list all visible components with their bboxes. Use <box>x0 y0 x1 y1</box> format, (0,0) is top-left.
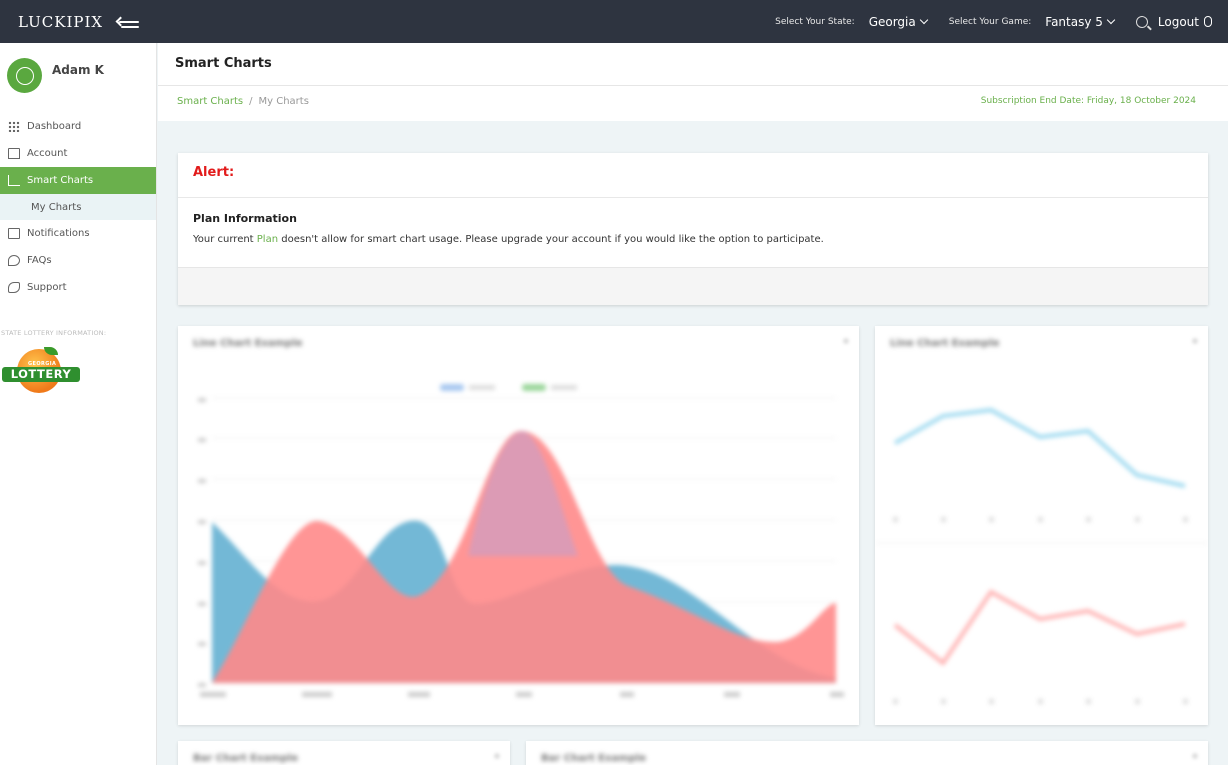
page-header: Smart Charts <box>158 43 1228 86</box>
bar-chart-example-card: Bar Chart Example <box>178 741 510 765</box>
card-menu-icon[interactable] <box>1192 753 1198 759</box>
sidebar-item-label: Dashboard <box>27 121 82 132</box>
sidebar-item-notifications[interactable]: Notifications <box>0 220 156 247</box>
search-icon[interactable] <box>1135 15 1148 28</box>
sidebar-item-dashboard[interactable]: Dashboard <box>0 113 156 140</box>
card-menu-icon[interactable] <box>494 753 500 759</box>
sidebar-item-label: Notifications <box>27 228 90 239</box>
plan-text-after: doesn't allow for smart chart usage. Ple… <box>278 234 824 245</box>
alert-body: Plan Information Your current Plan doesn… <box>178 198 1208 267</box>
sidebar-item-support[interactable]: Support <box>0 274 156 301</box>
phone-icon <box>8 282 20 293</box>
mail-icon <box>8 228 20 239</box>
game-select-value: Fantasy 5 <box>1045 14 1103 29</box>
subscription-end-date: Subscription End Date: Friday, 18 Octobe… <box>980 96 1196 106</box>
lottery-logo-state: GEORGIA <box>28 361 57 367</box>
plan-text-before: Your current <box>193 234 257 245</box>
line-series-blue <box>894 407 1186 488</box>
top-right-controls: Select Your State: Georgia Select Your G… <box>775 15 1212 29</box>
breadcrumb-smart-charts[interactable]: Smart Charts <box>177 96 243 107</box>
state-select[interactable]: Georgia <box>868 14 928 29</box>
paper-plane-icon <box>8 255 20 266</box>
sidebar-item-label: FAQs <box>27 255 52 266</box>
alert-title: Alert: <box>193 165 235 180</box>
chevron-down-icon <box>1106 15 1116 24</box>
logout-icon <box>1204 16 1212 27</box>
sidebar-item-faqs[interactable]: FAQs <box>0 247 156 274</box>
user-profile: Adam K <box>0 43 156 113</box>
sidebar-item-label: Account <box>27 148 68 159</box>
logout-label: Logout <box>1157 14 1199 29</box>
axis-placeholders-bottom <box>893 699 1188 704</box>
sidebar-item-smart-charts[interactable]: Smart Charts <box>0 167 156 194</box>
user-icon <box>15 66 34 85</box>
avatar[interactable] <box>7 58 42 93</box>
game-select[interactable]: Fantasy 5 <box>1045 14 1116 29</box>
sidebar-item-account[interactable]: Account <box>0 140 156 167</box>
legend-swatch-blue <box>440 384 464 391</box>
line-chart-example-card: Line Chart Example <box>178 326 859 725</box>
legend-text-placeholder <box>551 385 577 390</box>
sidebar: Adam K Dashboard Account Smart Charts My… <box>0 43 157 765</box>
plan-information-title: Plan Information <box>193 212 297 225</box>
alert-header: Alert: <box>178 153 1208 198</box>
logout-button[interactable]: Logout <box>1158 15 1212 29</box>
legend-text-placeholder <box>469 385 495 390</box>
line-series-red <box>893 589 1186 666</box>
georgia-lottery-logo[interactable]: LOTTERY GEORGIA <box>2 347 80 397</box>
breadcrumb-my-charts: My Charts <box>258 96 309 107</box>
line-charts-placeholder <box>875 407 1208 704</box>
sidebar-item-label: Support <box>27 282 67 293</box>
small-line-chart-card: Line Chart Example <box>875 326 1208 725</box>
axis-placeholders-top <box>893 517 1188 522</box>
sidebar-item-label: My Charts <box>31 201 82 213</box>
app-logo[interactable]: LUCKIPIX <box>18 13 103 31</box>
alert-footer <box>178 267 1208 305</box>
legend-placeholder <box>440 384 577 391</box>
area-chart-placeholder <box>198 384 844 697</box>
legend-swatch-green <box>522 384 546 391</box>
lottery-logo-word: LOTTERY <box>2 367 80 382</box>
plan-information-text: Your current Plan doesn't allow for smar… <box>193 234 1208 245</box>
plan-link[interactable]: Plan <box>257 234 278 245</box>
game-select-label: Select Your Game: <box>948 16 1032 27</box>
breadcrumb-separator: / <box>249 96 253 107</box>
state-select-label: Select Your State: <box>775 16 855 27</box>
sidebar-nav: Dashboard Account Smart Charts My Charts… <box>0 113 156 301</box>
sidebar-subitem-my-charts[interactable]: My Charts <box>0 194 156 220</box>
bar-chart-example-card-2: Bar Chart Example <box>526 741 1208 765</box>
card-title-placeholder: Bar Chart Example <box>193 753 298 764</box>
breadcrumb: Smart Charts / My Charts <box>177 96 309 107</box>
sidebar-item-label: Smart Charts <box>27 175 94 186</box>
state-select-value: Georgia <box>868 14 916 29</box>
alert-card: Alert: Plan Information Your current Pla… <box>178 153 1208 305</box>
state-lottery-info-label: STATE LOTTERY INFORMATION: <box>1 329 107 337</box>
grid-icon <box>8 121 20 132</box>
sidebar-toggle-icon[interactable] <box>115 15 141 29</box>
breadcrumb-bar: Smart Charts / My Charts Subscription En… <box>158 86 1228 121</box>
home-icon <box>8 148 20 159</box>
chart-icon <box>8 175 20 186</box>
user-name: Adam K <box>52 63 104 77</box>
page-title: Smart Charts <box>175 56 272 71</box>
card-title-placeholder: Bar Chart Example <box>541 753 646 764</box>
chevron-down-icon <box>919 15 928 24</box>
top-navbar: LUCKIPIX Select Your State: Georgia Sele… <box>0 0 1228 43</box>
